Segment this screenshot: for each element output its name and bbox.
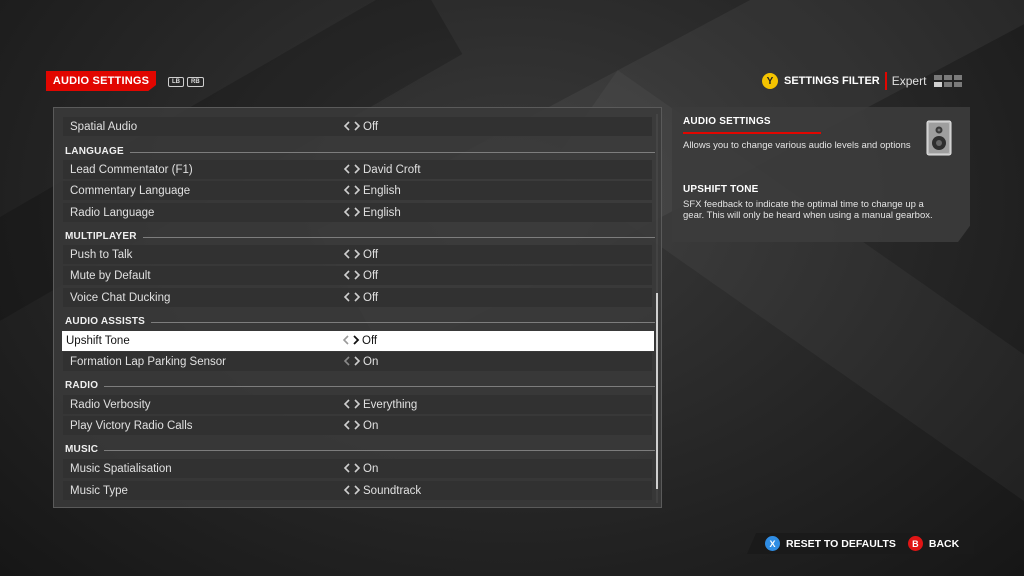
settings-filter-label: SETTINGS FILTER [784, 75, 880, 87]
left-right-chevrons-icon [343, 356, 361, 366]
speaker-icon [926, 120, 952, 156]
x-button-icon: X [765, 536, 780, 551]
scrollbar-thumb[interactable] [656, 293, 658, 489]
setting-row-music-spatialisation[interactable]: Music Spatialisation On [63, 459, 652, 478]
setting-label: Push to Talk [70, 248, 133, 261]
filter-divider [884, 72, 887, 90]
info-description: Allows you to change various audio level… [683, 140, 911, 151]
setting-label: Commentary Language [70, 184, 191, 197]
setting-label: Spatial Audio [70, 120, 138, 133]
setting-value: Off [363, 120, 379, 133]
setting-row-commentary-language[interactable]: Commentary Language English [63, 181, 652, 200]
settings-filter[interactable]: Y SETTINGS FILTER Expert [762, 71, 963, 91]
left-right-chevrons-icon [343, 399, 361, 409]
difficulty-bars-icon [934, 75, 963, 87]
settings-filter-value: Expert [891, 74, 927, 88]
lb-bumper-hint[interactable]: LB [168, 77, 184, 87]
setting-label: Music Type [70, 484, 128, 497]
left-right-chevrons-icon [343, 164, 361, 174]
setting-label: Upshift Tone [66, 335, 130, 347]
setting-value: David Croft [363, 163, 421, 176]
setting-row-voice-chat-ducking[interactable]: Voice Chat Ducking Off [63, 288, 652, 307]
setting-value: English [363, 206, 401, 219]
setting-label: Voice Chat Ducking [70, 291, 171, 304]
setting-label: Music Spatialisation [70, 462, 172, 475]
info-title-underline [683, 132, 821, 134]
category-header-music: MUSIC [65, 442, 655, 456]
info-item-title: UPSHIFT TONE [683, 184, 759, 195]
setting-value: Off [363, 291, 379, 304]
setting-row-mute-by-default[interactable]: Mute by Default Off [63, 266, 652, 285]
setting-row-upshift-tone[interactable]: Upshift Tone Off [62, 331, 654, 351]
footer-actions: X RESET TO DEFAULTS B BACK [747, 533, 974, 554]
rb-bumper-hint[interactable]: RB [187, 77, 204, 87]
setting-row-formation-lap-parking-sensor[interactable]: Formation Lap Parking Sensor On [63, 352, 652, 371]
left-right-chevrons-icon [343, 121, 361, 131]
left-right-chevrons-icon [343, 463, 361, 473]
left-right-chevrons-icon [343, 185, 361, 195]
setting-value: Off [363, 248, 379, 261]
b-button-icon: B [907, 536, 923, 551]
left-right-chevrons-icon [343, 420, 361, 430]
info-title: AUDIO SETTINGS [683, 116, 771, 127]
setting-row-radio-verbosity[interactable]: Radio Verbosity Everything [63, 395, 652, 414]
setting-label: Play Victory Radio Calls [70, 419, 193, 432]
settings-list-panel: Spatial Audio Off LANGUAGE Lead Commenta… [53, 107, 662, 508]
setting-value: Soundtrack [363, 484, 422, 497]
info-item-description: SFX feedback to indicate the optimal tim… [683, 199, 933, 221]
category-header-multiplayer: MULTIPLAYER [65, 229, 655, 243]
setting-row-lead-commentator[interactable]: Lead Commentator (F1) David Croft [63, 160, 652, 179]
setting-row-push-to-talk[interactable]: Push to Talk Off [63, 245, 652, 264]
left-right-chevrons-icon [342, 335, 360, 345]
setting-value: Everything [363, 398, 418, 411]
setting-label: Radio Verbosity [70, 398, 151, 411]
left-right-chevrons-icon [343, 292, 361, 302]
setting-row-radio-language[interactable]: Radio Language English [63, 203, 652, 222]
y-button-icon: Y [762, 73, 778, 89]
setting-label: Formation Lap Parking Sensor [70, 355, 226, 368]
setting-row-spatial-audio[interactable]: Spatial Audio Off [63, 117, 652, 136]
setting-label: Mute by Default [70, 269, 151, 282]
setting-value: Off [362, 335, 378, 347]
setting-value: English [363, 184, 401, 197]
info-panel: AUDIO SETTINGS Allows you to change vari… [672, 107, 970, 242]
category-header-language: LANGUAGE [65, 144, 655, 158]
setting-value: Off [363, 269, 379, 282]
left-right-chevrons-icon [343, 270, 361, 280]
setting-row-play-victory-radio-calls[interactable]: Play Victory Radio Calls On [63, 416, 652, 435]
setting-value: On [363, 419, 379, 432]
left-right-chevrons-icon [343, 249, 361, 259]
setting-label: Lead Commentator (F1) [70, 163, 193, 176]
setting-label: Radio Language [70, 206, 155, 219]
left-right-chevrons-icon [343, 207, 361, 217]
setting-row-music-type[interactable]: Music Type Soundtrack [63, 481, 652, 500]
setting-value: On [363, 355, 379, 368]
page-title: AUDIO SETTINGS [46, 71, 156, 91]
back-button[interactable]: BACK [929, 538, 959, 550]
category-header-audio-assists: AUDIO ASSISTS [65, 314, 655, 328]
setting-value: On [363, 462, 379, 475]
category-header-radio: RADIO [65, 378, 655, 392]
reset-to-defaults-button[interactable]: RESET TO DEFAULTS [786, 538, 896, 550]
left-right-chevrons-icon [343, 485, 361, 495]
